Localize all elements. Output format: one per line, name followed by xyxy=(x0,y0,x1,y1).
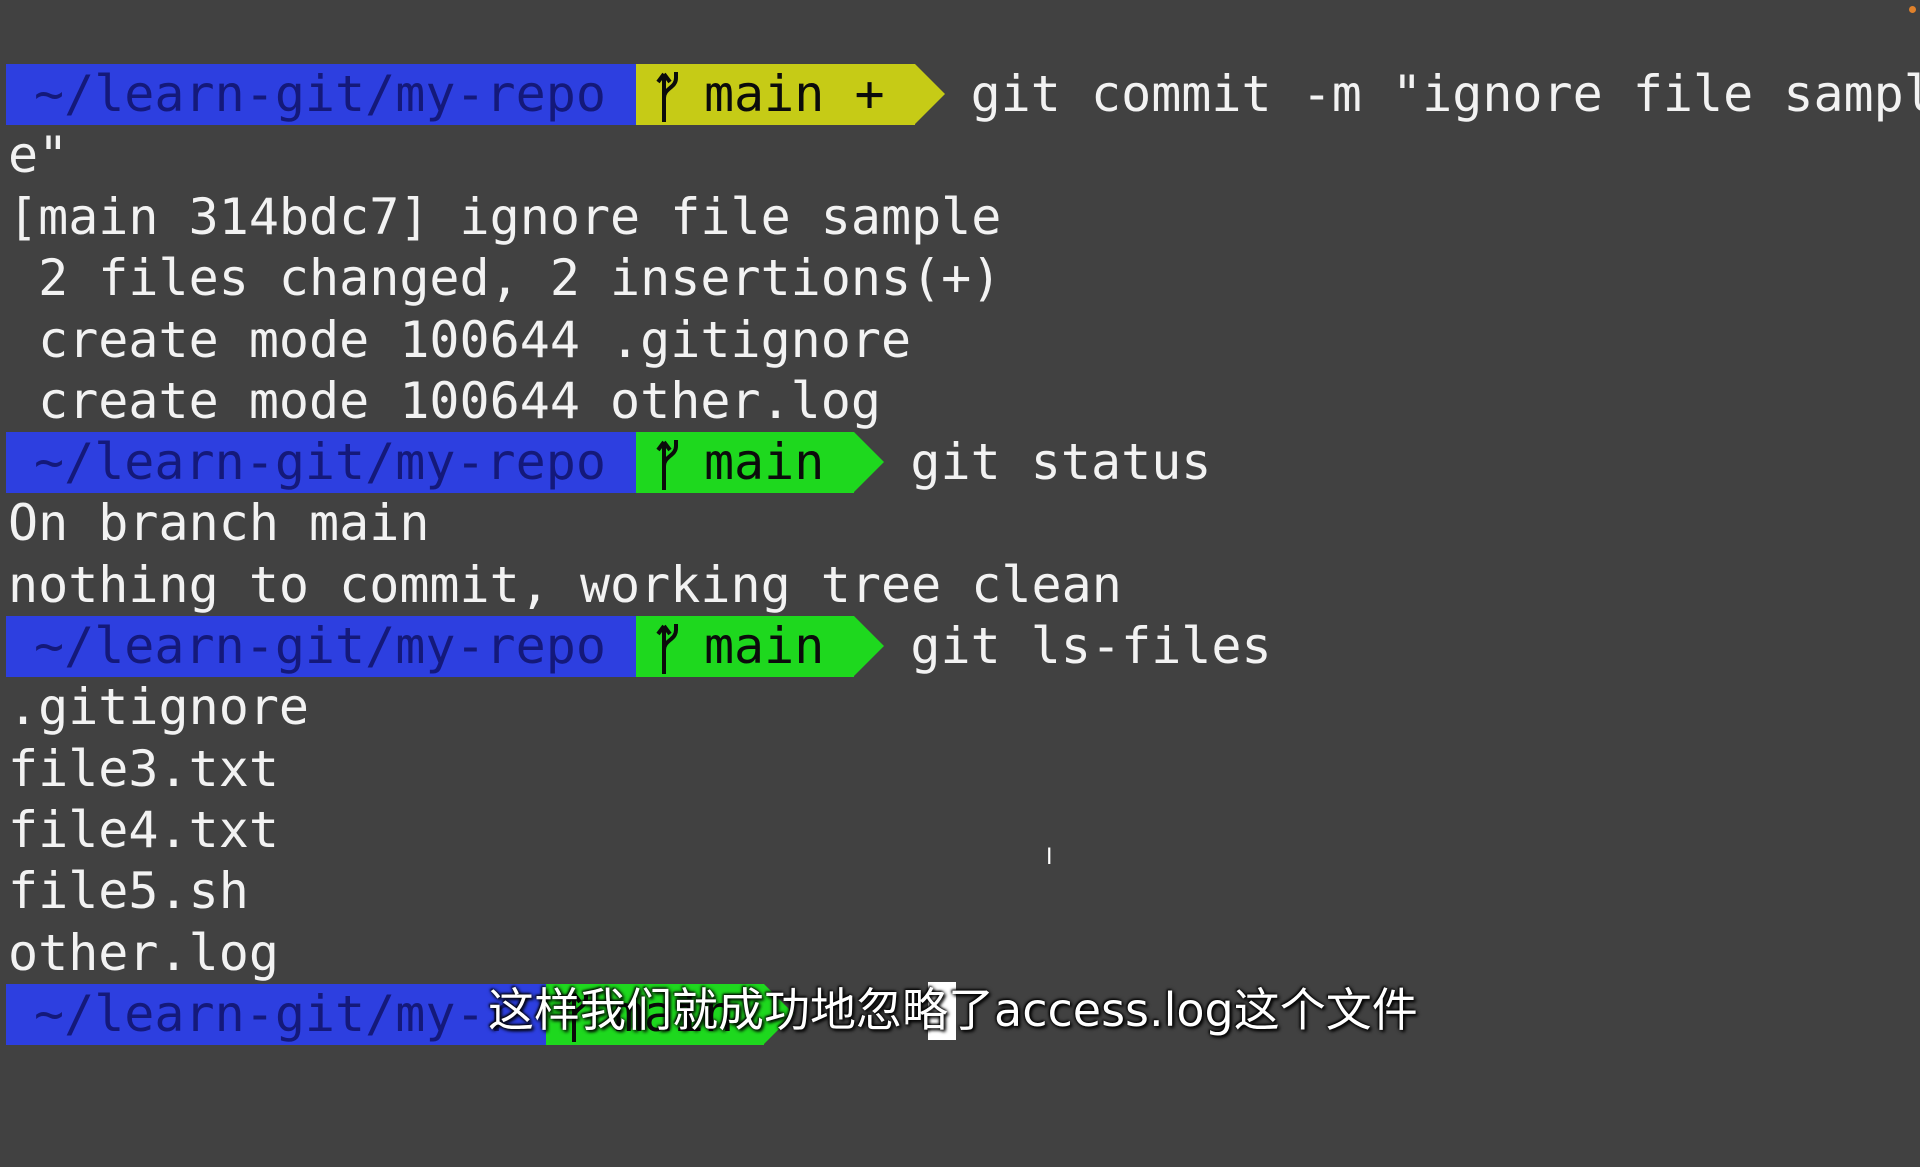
command-wrap-text: e" xyxy=(8,126,69,184)
prompt-path: ~/learn-git/my-r xyxy=(6,984,546,1045)
file-list-item: file4.txt xyxy=(8,801,279,859)
prompt-branch-segment: main xyxy=(605,432,855,493)
prompt-line: ~/learn-git/my-repo main git status xyxy=(6,432,1211,493)
prompt-arrow xyxy=(854,616,885,676)
output-line: create mode 100644 .gitignore xyxy=(8,311,912,369)
output-line: 2 files changed, 2 insertions(+) xyxy=(8,249,1002,307)
status-dot xyxy=(1909,6,1916,13)
git-branch-icon xyxy=(656,432,682,493)
prompt-branch-name: main xyxy=(703,433,825,491)
git-branch-icon xyxy=(656,64,682,125)
prompt-branch-name: main + xyxy=(703,65,885,123)
file-list-item: file3.txt xyxy=(8,740,279,798)
ibeam-cursor-icon: Ⅰ xyxy=(1046,845,1053,870)
prompt-path: ~/learn-git/my-repo xyxy=(6,64,636,125)
prompt-path: ~/learn-git/my-repo xyxy=(6,616,636,677)
output-line: nothing to commit, working tree clean xyxy=(8,556,1122,614)
prompt-arrow xyxy=(854,432,885,492)
prompt-branch-segment: main + xyxy=(605,64,915,125)
file-list-item: other.log xyxy=(8,924,279,982)
git-branch-icon xyxy=(656,616,682,677)
prompt-branch-segment: main xyxy=(605,616,855,677)
prompt-command: git commit -m "ignore file sampl xyxy=(970,65,1920,123)
output-line: create mode 100644 other.log xyxy=(8,372,881,430)
output-line: [main 314bdc7] ignore file sample xyxy=(8,188,1002,246)
file-list-item: .gitignore xyxy=(8,678,310,736)
prompt-line: ~/learn-git/my-repo main + git commit -m… xyxy=(6,64,1920,125)
output-line: On branch main xyxy=(8,494,430,552)
prompt-command: git status xyxy=(910,433,1212,491)
terminal-window[interactable]: ~/learn-git/my-repo main + git commit -m… xyxy=(0,0,1920,1080)
prompt-command: git ls-files xyxy=(910,617,1272,675)
video-subtitle: 这样我们就成功地忽略了access.log这个文件 xyxy=(488,983,1418,1037)
prompt-path: ~/learn-git/my-repo xyxy=(6,432,636,493)
prompt-line: ~/learn-git/my-repo main git ls-files xyxy=(6,616,1272,677)
prompt-branch-name: main xyxy=(703,617,825,675)
prompt-arrow xyxy=(914,64,945,124)
file-list-item: file5.sh xyxy=(8,862,249,920)
